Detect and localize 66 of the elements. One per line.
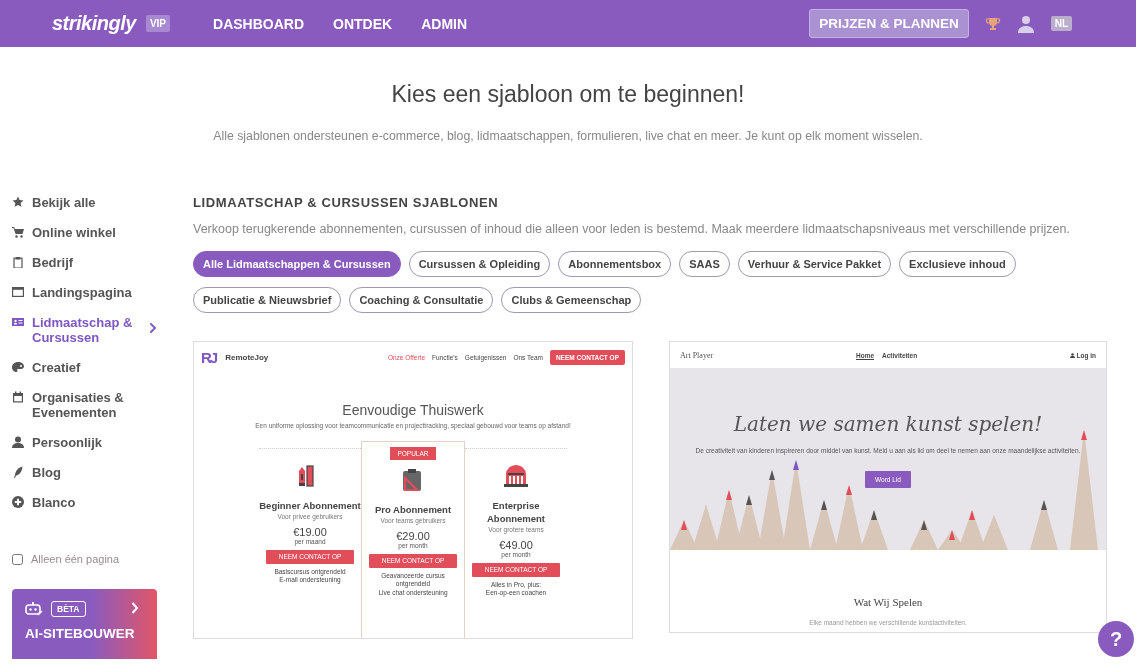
template-logo: Art Player	[680, 350, 714, 360]
clipboard-icon	[12, 256, 24, 268]
ai-builder-button[interactable]: BÈTA AI-SITEBOUWER	[12, 589, 157, 659]
sidebar-item[interactable]: Bedrijf	[12, 255, 162, 270]
template-preview[interactable]	[669, 341, 1107, 633]
template-logo-mark: RJ	[201, 348, 217, 366]
sidebar-item[interactable]: Online winkel	[12, 225, 162, 240]
nav-link[interactable]: DASHBOARD	[213, 15, 305, 32]
cart-icon	[12, 226, 24, 238]
window-icon	[12, 286, 24, 298]
plan-badge: VIP	[145, 15, 171, 32]
star-icon	[12, 196, 24, 208]
checkbox[interactable]	[12, 553, 23, 565]
filter-chip[interactable]: Exclusieve inhoud	[899, 251, 1016, 277]
filter-chip[interactable]: Coaching & Consultatie	[349, 287, 494, 313]
sidebar-item[interactable]: Landingspagina	[12, 285, 162, 300]
section-description: Verkoop terugkerende abonnementen, cursussen of inhoud die alleen voor leden is bestemd. Maak meerdere lidmaatschapsniveaus met verschillende prijzen.	[193, 221, 1071, 238]
robot-icon	[25, 602, 43, 616]
checkbox-label: Alleen één pagina	[31, 553, 120, 565]
chevron-icon	[131, 602, 139, 614]
plan-name: Enterprise Abonnement	[485, 499, 547, 525]
nav-link[interactable]: ADMIN	[421, 15, 468, 32]
page-subtitle: Alle sjablonen ondersteunen e-commerce, blog, lidmaatschappen, formulieren, live chat en meer. Je kunt op elk moment wisselen.	[212, 129, 924, 143]
filter-chip[interactable]: Abonnementsbox	[558, 251, 672, 277]
sidebar-item[interactable]: Organisaties & Evenementen	[12, 390, 162, 420]
building-icon	[504, 463, 528, 489]
brand-logo[interactable]: strikingly	[52, 12, 136, 35]
plan-price: €29.00	[395, 530, 431, 542]
template-preview[interactable]	[193, 341, 633, 639]
id-card-icon	[12, 316, 24, 328]
feather-icon	[12, 466, 24, 478]
language-badge: NL	[1050, 16, 1072, 31]
plan-name: Pro Abonnement	[373, 503, 453, 516]
template-logo: RemoteJoy	[225, 352, 269, 362]
template-section-title: Wat Wij Spelen	[853, 596, 923, 608]
help-button[interactable]: ?	[1098, 621, 1134, 657]
trophy-icon[interactable]	[984, 15, 1001, 32]
filter-chip[interactable]: Verhuur & Service Pakket	[737, 251, 892, 277]
plus-circle-icon	[12, 496, 24, 508]
user-icon[interactable]	[1016, 14, 1035, 33]
chevron-icon	[147, 322, 159, 334]
plan-price: €19.00	[292, 526, 328, 538]
template-heading: Laten we samen kunst spelen!	[733, 412, 1043, 436]
ai-builder-label: AI-SITEBOUWER	[25, 626, 135, 641]
sidebar-item[interactable]: Blog	[12, 465, 162, 480]
filter-chip[interactable]: SAAS	[679, 251, 730, 277]
sidebar-item[interactable]: Bekijk alle	[12, 195, 162, 210]
beta-badge: BÈTA	[51, 601, 86, 617]
sidebar-item[interactable]: Blanco	[12, 495, 162, 510]
filter-chip[interactable]: Alle Lidmaatschappen & Cursussen	[193, 251, 401, 277]
template-heading: Eenvoudige Thuiswerk	[342, 402, 484, 418]
calendar-icon	[12, 391, 24, 403]
sidebar-item[interactable]: Persoonlijk	[12, 435, 162, 450]
palette-icon	[12, 361, 24, 373]
filter-chip[interactable]: Clubs & Gemeenschap	[501, 287, 642, 313]
plan-name: Beginner Abonnement	[259, 499, 361, 512]
page-title: Kies een sjabloon om te beginnen!	[390, 81, 746, 108]
nav-link[interactable]: ONTDEK	[333, 15, 393, 32]
filter-chip[interactable]: Publicatie & Nieuwsbrief	[193, 287, 342, 313]
person-icon	[12, 436, 24, 448]
plan-price: €49.00	[498, 539, 534, 551]
section-title: LIDMAATSCHAP & CURSUSSEN SJABLONEN	[193, 195, 500, 210]
sidebar-item[interactable]: Creatief	[12, 360, 162, 375]
user-icon	[1069, 352, 1075, 358]
sidebar-item[interactable]: Lidmaatschap & Cursussen	[12, 315, 162, 345]
filter-chip[interactable]: Cursussen & Opleiding	[408, 251, 551, 277]
